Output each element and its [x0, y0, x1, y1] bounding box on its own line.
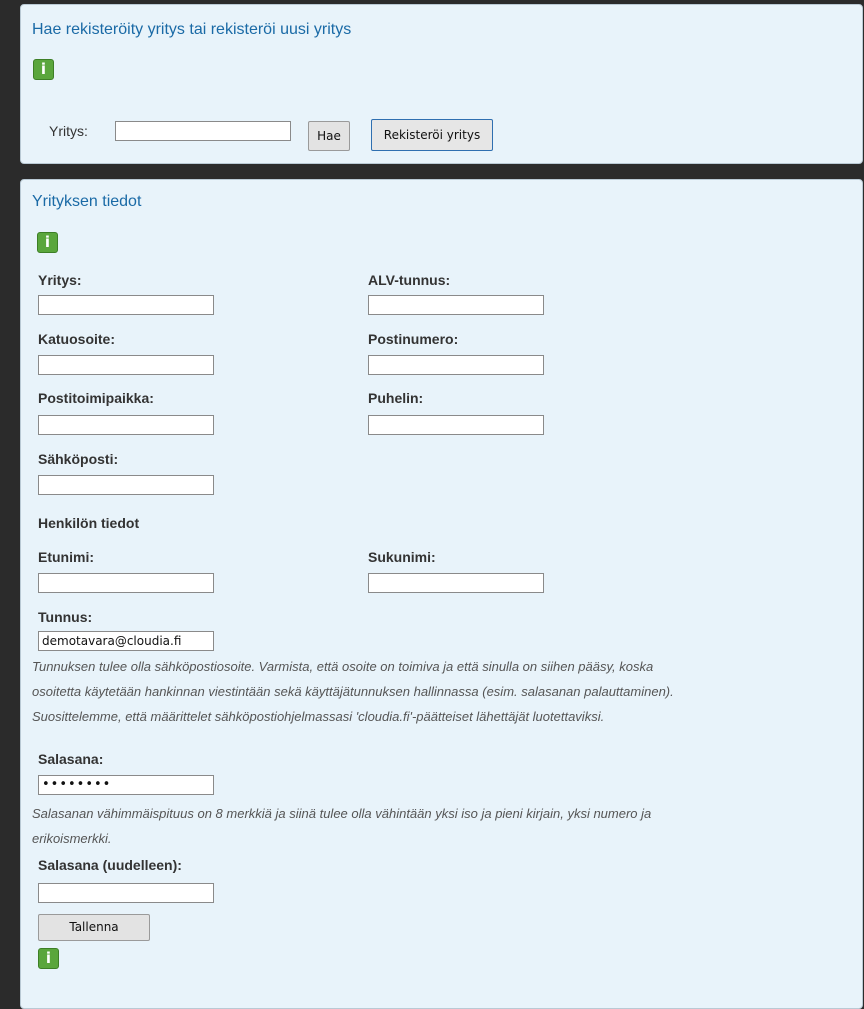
company-panel-title: Yrityksen tiedot	[32, 193, 142, 210]
password-hint: Salasanan vähimmäispituus on 8 merkkiä j…	[32, 801, 832, 851]
search-button[interactable]: Hae	[308, 121, 350, 151]
search-panel-title: Hae rekisteröity yritys tai rekisteröi u…	[32, 21, 352, 38]
street-label: Katuosoite:	[38, 331, 115, 347]
info-icon[interactable]: i	[37, 232, 58, 253]
password-label: Salasana:	[38, 751, 104, 767]
vat-label: ALV-tunnus:	[368, 272, 451, 288]
save-button[interactable]: Tallenna	[38, 914, 150, 941]
email-label: Sähköposti:	[38, 451, 119, 467]
username-hint: Tunnuksen tulee olla sähköpostiosoite. V…	[32, 654, 832, 729]
firstname-label: Etunimi:	[38, 549, 94, 565]
email-input[interactable]	[38, 475, 214, 495]
phone-input[interactable]	[368, 415, 544, 435]
firstname-input[interactable]	[38, 573, 214, 593]
company-details-panel: Yrityksen tiedot i Yritys: ALV-tunnus: K…	[20, 179, 863, 1009]
street-input[interactable]	[38, 355, 214, 375]
lastname-input[interactable]	[368, 573, 544, 593]
search-panel: Hae rekisteröity yritys tai rekisteröi u…	[20, 4, 863, 164]
company-search-input[interactable]	[115, 121, 291, 141]
postcode-input[interactable]	[368, 355, 544, 375]
info-icon[interactable]: i	[33, 59, 54, 80]
password-repeat-input[interactable]	[38, 883, 214, 903]
city-label: Postitoimipaikka:	[38, 390, 154, 406]
postcode-label: Postinumero:	[368, 331, 459, 347]
password-hint-line: Salasanan vähimmäispituus on 8 merkkiä j…	[32, 806, 652, 821]
username-label: Tunnus:	[38, 609, 93, 625]
username-hint-line: Tunnuksen tulee olla sähköpostiosoite. V…	[32, 659, 654, 674]
username-input[interactable]: demotavara@cloudia.fi	[38, 631, 214, 651]
register-company-button[interactable]: Rekisteröi yritys	[371, 119, 493, 151]
username-hint-line: Suosittelemme, että määrittelet sähköpos…	[32, 709, 605, 724]
phone-label: Puhelin:	[368, 390, 424, 406]
person-details-heading: Henkilön tiedot	[38, 515, 140, 531]
username-hint-line: osoitetta käytetään hankinnan viestintää…	[32, 684, 674, 699]
password-hint-line: erikoismerkki.	[32, 831, 112, 846]
lastname-label: Sukunimi:	[368, 549, 436, 565]
company-search-label: Yritys:	[49, 123, 88, 139]
city-input[interactable]	[38, 415, 214, 435]
password-repeat-label: Salasana (uudelleen):	[38, 857, 182, 873]
password-input[interactable]: ••••••••	[38, 775, 214, 795]
company-label: Yritys:	[38, 272, 82, 288]
company-input[interactable]	[38, 295, 214, 315]
info-icon[interactable]: i	[38, 948, 59, 969]
vat-input[interactable]	[368, 295, 544, 315]
